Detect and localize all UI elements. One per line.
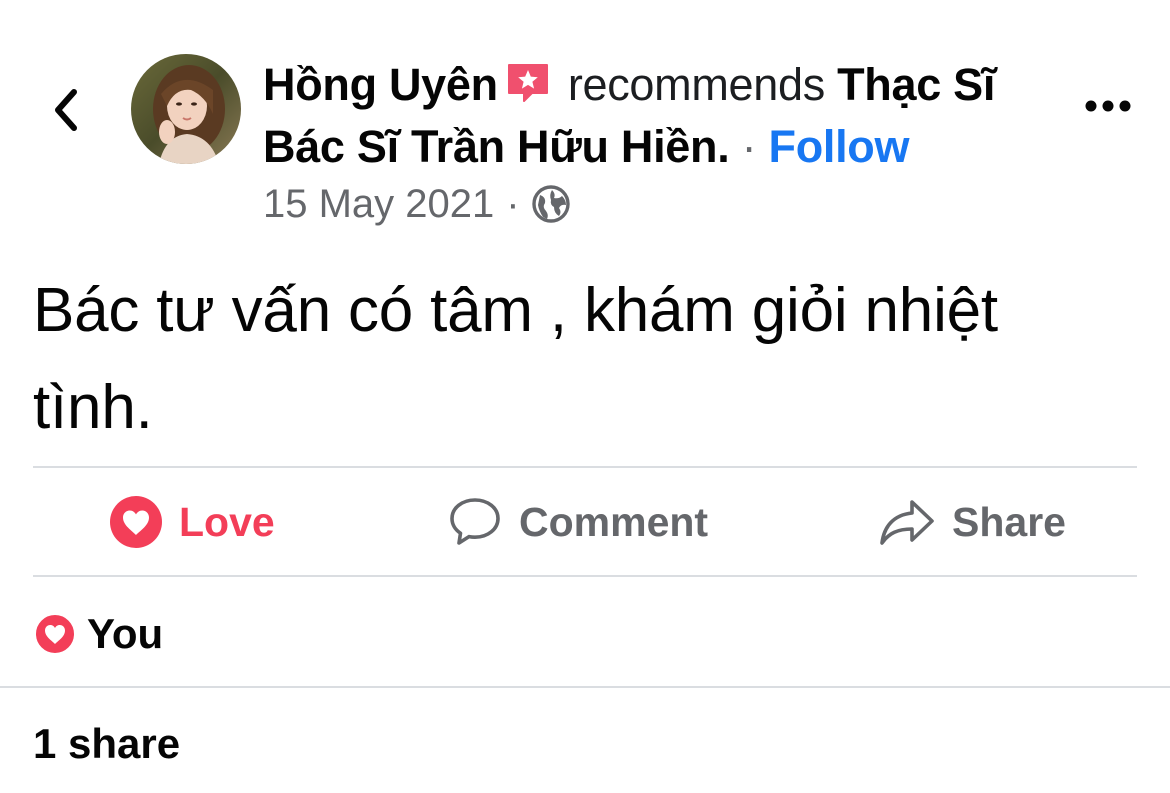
avatar[interactable] <box>131 54 241 164</box>
post-meta: 15 May 2021 · <box>263 180 570 228</box>
meta-separator: · <box>506 182 520 226</box>
post-date[interactable]: 15 May 2021 <box>263 180 494 228</box>
share-label: Share <box>952 498 1066 545</box>
chevron-left-icon <box>55 89 77 131</box>
share-arrow-icon <box>880 500 934 545</box>
love-reaction-icon <box>110 496 162 548</box>
post-text: Bác tư vấn có tâm , khám giỏi nhiệt tình… <box>33 276 998 442</box>
more-options-button[interactable] <box>1080 88 1136 124</box>
love-reaction-icon <box>34 613 76 655</box>
love-button[interactable]: Love <box>109 492 275 552</box>
reactions-summary[interactable]: You <box>33 604 163 664</box>
reactions-summary-text: You <box>87 610 164 657</box>
recommend-star-icon <box>506 60 550 118</box>
author-name[interactable]: Hồng Uyên <box>263 59 498 110</box>
comment-label: Comment <box>519 498 709 545</box>
more-horizontal-icon <box>1085 100 1131 112</box>
comment-button[interactable]: Comment <box>447 492 708 552</box>
share-count[interactable]: 1 share <box>33 720 180 768</box>
love-label: Love <box>179 498 275 545</box>
globe-icon <box>531 185 570 223</box>
separator-dot: · <box>741 121 757 172</box>
divider-bottom <box>0 686 1170 688</box>
divider-middle <box>33 575 1137 577</box>
share-button[interactable]: Share <box>878 492 1066 552</box>
avatar-image <box>131 54 241 164</box>
divider-top <box>33 466 1137 468</box>
comment-icon <box>450 498 500 545</box>
recommends-text: recommends <box>567 59 825 110</box>
back-button[interactable] <box>44 84 88 136</box>
post-header: Hồng Uyên recommends Thạc Sĩ Bác Sĩ Trần… <box>263 56 1043 176</box>
follow-button[interactable]: Follow <box>769 121 910 172</box>
